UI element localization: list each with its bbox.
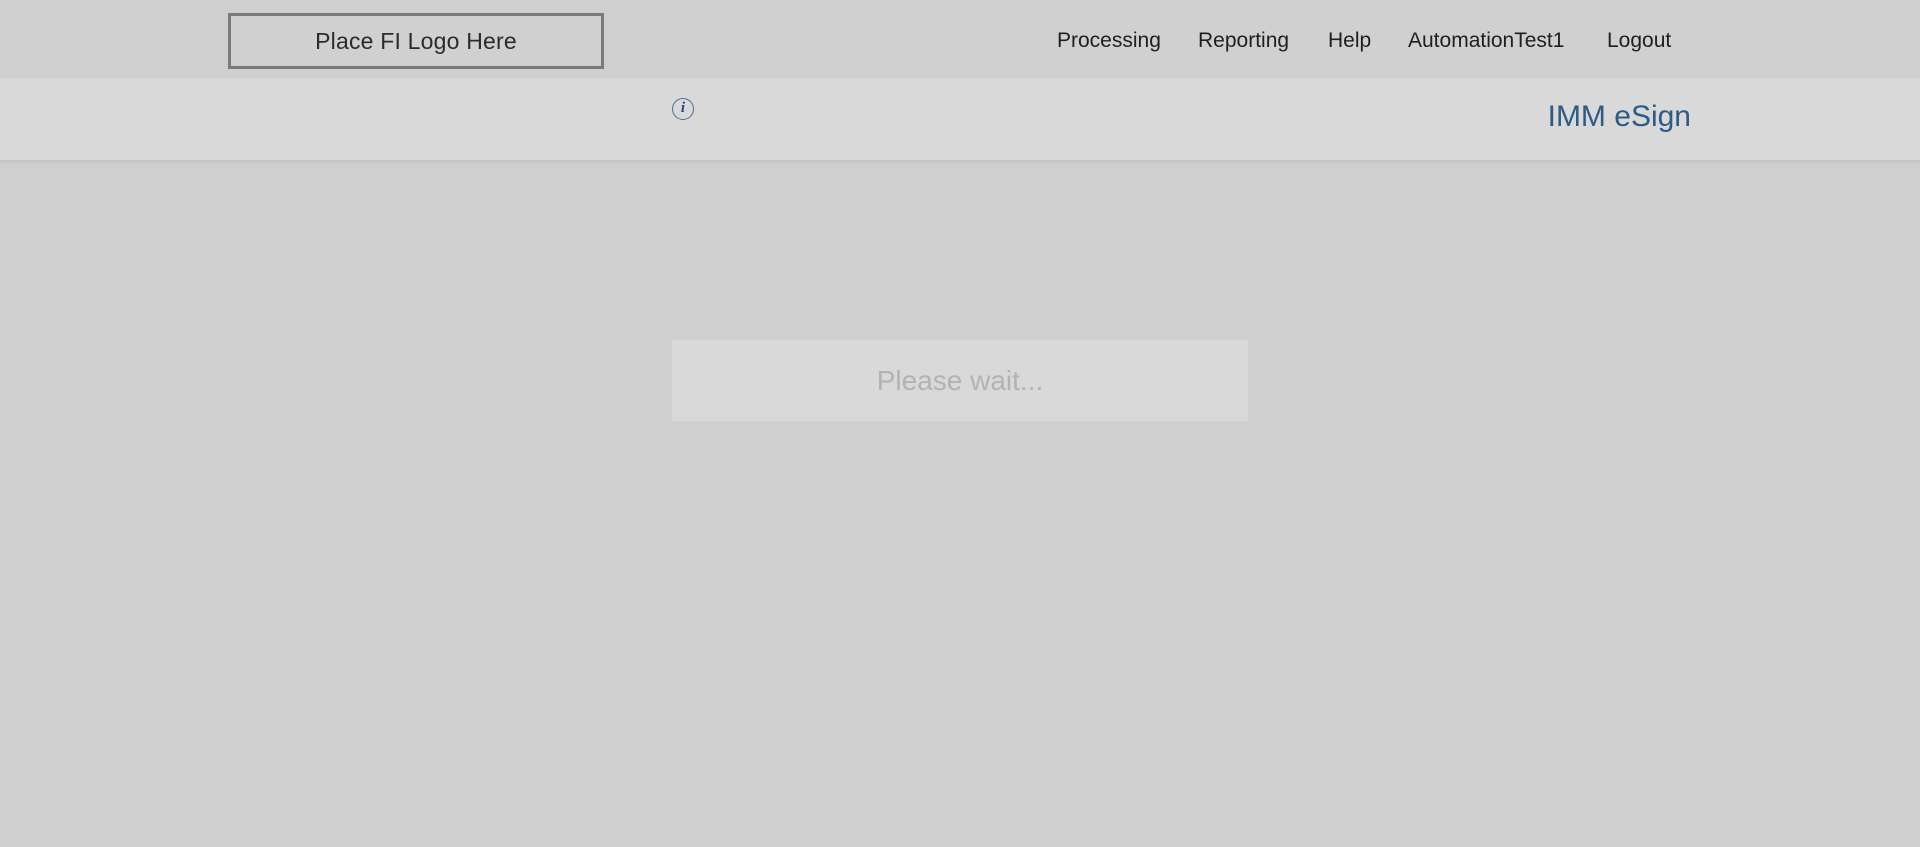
nav-reporting[interactable]: Reporting [1198, 29, 1289, 55]
nav-processing[interactable]: Processing [1057, 29, 1161, 55]
info-icon[interactable]: i [672, 98, 694, 120]
logo-placeholder[interactable]: Place FI Logo Here [228, 13, 604, 69]
loading-dialog: Please wait... [672, 340, 1248, 421]
nav-user-account[interactable]: AutomationTest1 [1408, 29, 1564, 55]
top-navigation-bar: Place FI Logo Here Processing Reporting … [0, 0, 1920, 78]
loading-message: Please wait... [876, 364, 1044, 396]
nav-help[interactable]: Help [1328, 29, 1371, 55]
app-title: IMM eSign [1547, 100, 1691, 133]
nav-logout[interactable]: Logout [1607, 29, 1671, 55]
